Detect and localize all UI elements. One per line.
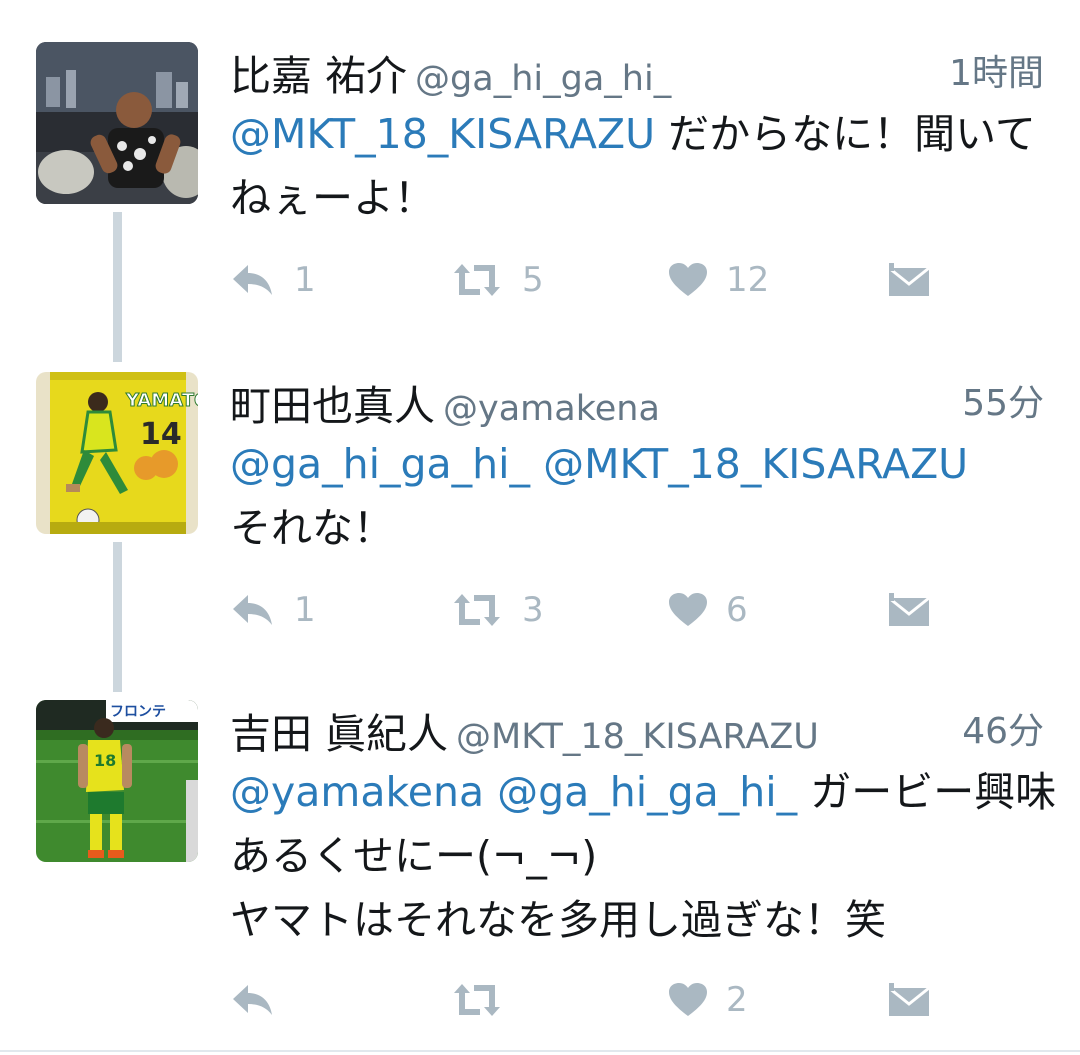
reply-icon <box>233 595 272 625</box>
like-count: 2 <box>726 980 748 1020</box>
tweet-text-content: それな！ <box>230 504 394 552</box>
direct-message-icon <box>888 263 930 296</box>
mention-link[interactable]: @yamakena @ga_hi_ga_hi_ <box>230 768 797 816</box>
direct-message-icon <box>888 593 930 626</box>
reply-button[interactable]: 1 <box>230 255 316 305</box>
mention-link[interactable]: @MKT_18_KISARAZU <box>230 110 655 158</box>
mention-link[interactable]: @ga_hi_ga_hi_ @MKT_18_KISARAZU <box>230 440 968 488</box>
retweet-count: 5 <box>522 260 544 300</box>
reply-button[interactable] <box>230 975 294 1025</box>
tweet[interactable]: 比嘉 祐介 @ga_hi_ga_hi_ 1時間 @MKT_18_KISARAZU … <box>0 42 1080 312</box>
tweet-actions: 1 5 12 <box>230 255 950 305</box>
reply-icon <box>233 985 272 1015</box>
retweet-icon <box>454 594 500 626</box>
tweet-header: 比嘉 祐介 @ga_hi_ga_hi_ 1時間 <box>230 42 1044 100</box>
reply-count: 1 <box>294 260 316 300</box>
like-button[interactable]: 12 <box>668 255 769 305</box>
svg-text:18: 18 <box>94 751 116 770</box>
user-handle[interactable]: @yamakena <box>443 389 660 429</box>
timestamp[interactable]: 46分 <box>962 702 1044 754</box>
avatar-photo: フロンテ 18 <box>36 700 198 862</box>
display-name[interactable]: 吉田 眞紀人 <box>230 710 448 758</box>
like-count: 12 <box>726 260 770 300</box>
reply-count: 1 <box>294 590 316 630</box>
retweet-count: 3 <box>522 590 544 630</box>
direct-message-button[interactable] <box>887 255 931 305</box>
tweet-text-content: ヤマトはそれなを多用し過ぎな！笑 <box>230 896 886 944</box>
conversation-thread: 比嘉 祐介 @ga_hi_ga_hi_ 1時間 @MKT_18_KISARAZU … <box>0 0 1080 1055</box>
display-name[interactable]: 町田也真人 <box>230 382 435 430</box>
tweet-actions: 2 <box>230 975 950 1025</box>
retweet-button[interactable] <box>450 975 522 1025</box>
retweet-icon <box>454 264 500 296</box>
tweet[interactable]: フロンテ 18 吉田 眞紀人 @MKT_18_KISARAZU 46分 @yam… <box>0 700 1080 1040</box>
timestamp[interactable]: 55分 <box>962 374 1044 426</box>
avatar[interactable]: フロンテ 18 <box>36 700 198 862</box>
like-count: 6 <box>726 590 748 630</box>
heart-icon <box>669 263 707 296</box>
avatar[interactable]: YAMATO 14 <box>36 372 198 534</box>
direct-message-icon <box>888 983 930 1016</box>
heart-icon <box>669 593 707 626</box>
timestamp[interactable]: 1時間 <box>949 44 1044 96</box>
heart-icon <box>669 983 707 1016</box>
tweet-header: 町田也真人 @yamakena 55分 <box>230 372 1044 430</box>
svg-text:14: 14 <box>140 417 182 452</box>
avatar[interactable] <box>36 42 198 204</box>
display-name[interactable]: 比嘉 祐介 <box>230 52 407 100</box>
direct-message-button[interactable] <box>887 585 931 635</box>
user-handle[interactable]: @ga_hi_ga_hi_ <box>415 59 671 99</box>
user-handle[interactable]: @MKT_18_KISARAZU <box>456 717 819 757</box>
retweet-button[interactable]: 5 <box>450 255 544 305</box>
tweet-text: @yamakena @ga_hi_ga_hi_ ガービー興味あるくせにー(¬_¬… <box>230 760 1060 952</box>
avatar-photo <box>36 42 198 204</box>
tweet-header: 吉田 眞紀人 @MKT_18_KISARAZU 46分 <box>230 700 1044 758</box>
avatar-photo: YAMATO 14 <box>36 372 198 534</box>
svg-text:フロンテ: フロンテ <box>110 704 166 720</box>
reply-button[interactable]: 1 <box>230 585 316 635</box>
retweet-icon <box>454 984 500 1016</box>
retweet-button[interactable]: 3 <box>450 585 544 635</box>
svg-text:YAMATO: YAMATO <box>125 390 198 411</box>
direct-message-button[interactable] <box>887 975 931 1025</box>
like-button[interactable]: 6 <box>668 585 748 635</box>
reply-icon <box>233 265 272 295</box>
tweet-text: @MKT_18_KISARAZU だからなに！聞いてねぇーよ！ <box>230 102 1060 230</box>
tweet-actions: 1 3 6 <box>230 585 950 635</box>
like-button[interactable]: 2 <box>668 975 748 1025</box>
tweet[interactable]: YAMATO 14 町田也真人@yamakena 55分 @ga_hi_ga_h… <box>0 372 1080 642</box>
tweet-text: @ga_hi_ga_hi_ @MKT_18_KISARAZU それな！ <box>230 432 1060 560</box>
divider <box>0 1050 1080 1052</box>
